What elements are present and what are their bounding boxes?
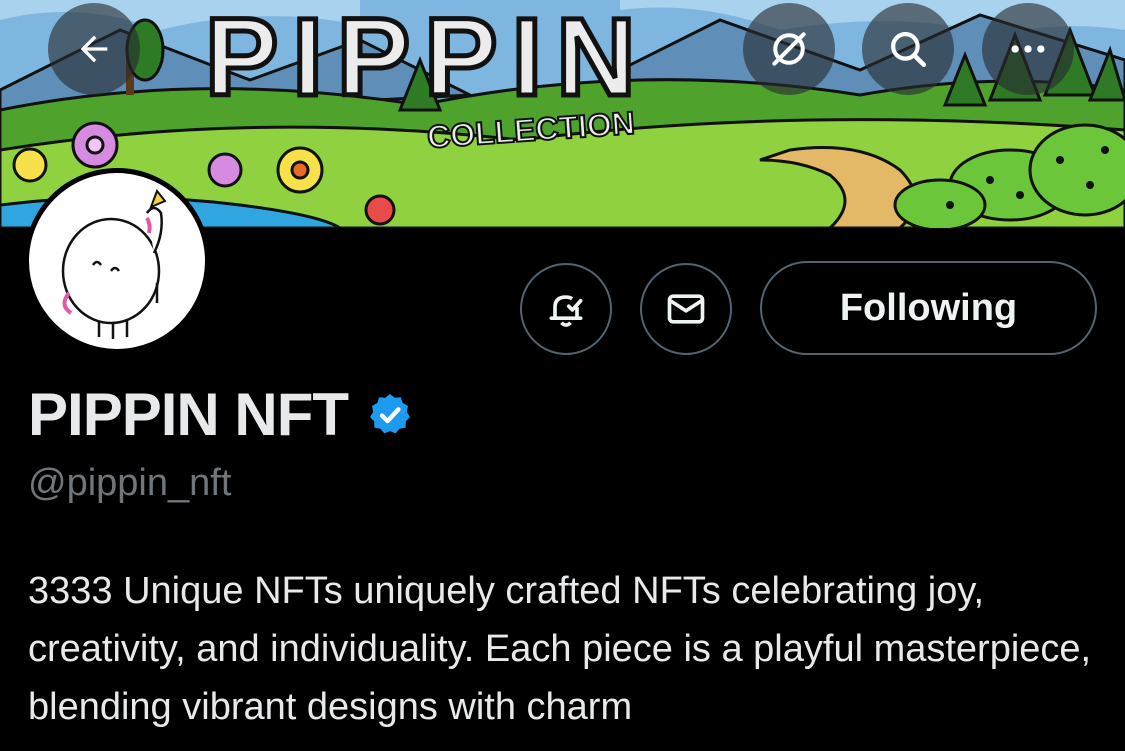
banner-title: PIPPIN	[205, 0, 650, 119]
mail-icon	[667, 294, 705, 324]
back-button[interactable]	[48, 3, 140, 95]
arrow-left-icon	[80, 35, 108, 63]
profile-name-row: PIPPIN NFT	[28, 380, 414, 449]
username-handle: @pippin_nft	[28, 462, 232, 504]
avatar-image	[29, 173, 205, 349]
message-button[interactable]	[640, 263, 732, 355]
profile-bio: 3333 Unique NFTs uniquely crafted NFTs c…	[28, 570, 1092, 728]
search-icon	[891, 32, 927, 68]
more-button[interactable]	[982, 3, 1074, 95]
no-sync-icon	[772, 32, 806, 66]
no-sync-button[interactable]	[743, 3, 835, 95]
display-name: PIPPIN NFT	[28, 381, 349, 448]
following-button[interactable]: Following	[760, 261, 1097, 355]
bell-check-icon	[549, 295, 583, 327]
notifications-button[interactable]	[520, 263, 612, 355]
search-button[interactable]	[862, 3, 954, 95]
more-icon	[1011, 45, 1045, 53]
verified-badge-icon[interactable]	[366, 391, 414, 439]
avatar[interactable]	[24, 168, 210, 354]
avatar-character	[61, 189, 167, 339]
